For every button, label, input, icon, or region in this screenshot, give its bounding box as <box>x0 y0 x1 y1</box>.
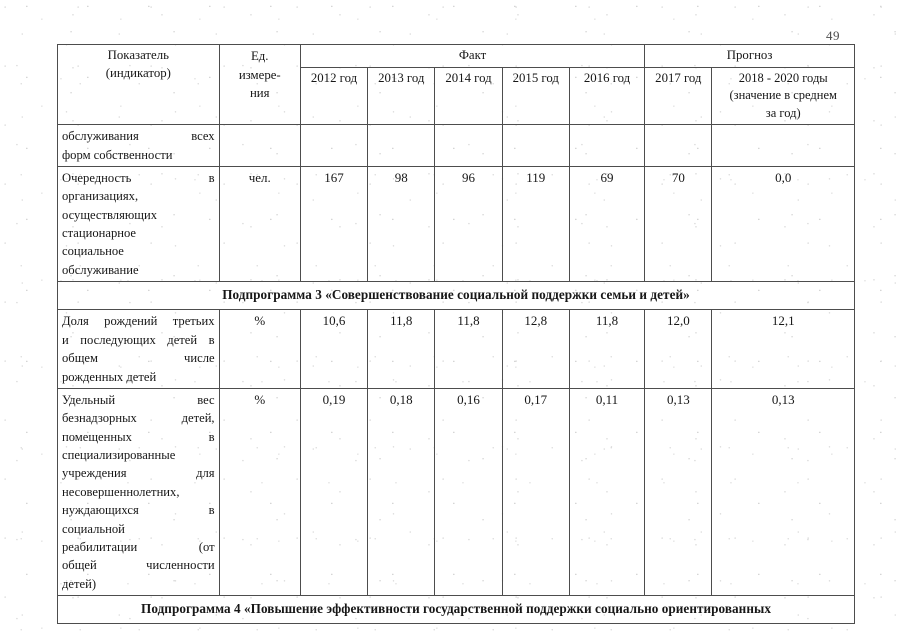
indicator-line: несовершеннолетних, <box>62 484 180 499</box>
indicator-cell: обслуживания всех форм собственности <box>57 124 220 167</box>
header-indicator: Показатель (индикатор) <box>57 43 220 126</box>
header-year-2014: 2014 год <box>434 66 503 126</box>
unit-cell: % <box>218 387 301 597</box>
value-cell: 0,18 <box>367 387 436 597</box>
indicator-line: и последующих детей в <box>62 332 215 347</box>
value-cell: 0,16 <box>434 387 503 597</box>
value-cell: 0,19 <box>299 387 369 597</box>
header-row-groups: Показатель (индикатор) Ед. измере- ния Ф… <box>57 43 855 126</box>
value-cell: 167 <box>299 165 369 283</box>
header-group-forecast: Прогноз <box>644 44 855 68</box>
value-cell: 0,0 <box>711 165 855 283</box>
indicator-line: форм собственности <box>62 147 173 162</box>
indicator-line: нуждающихся в <box>62 503 215 518</box>
value-cell: 119 <box>501 165 570 283</box>
indicator-line: обслуживание <box>62 262 139 277</box>
indicator-line: Доля рождений третьих <box>62 314 215 329</box>
indicator-line: детей) <box>62 576 97 591</box>
header-year-2015: 2015 год <box>501 66 570 126</box>
header-indicator-line2: (индикатор) <box>105 65 171 80</box>
value-cell: 0,13 <box>644 387 713 597</box>
header-unit-line3: ния <box>249 86 270 101</box>
indicator-line: Удельный вес <box>62 392 215 407</box>
indicator-line: рожденных детей <box>62 369 157 384</box>
table-row: Удельный вес безнадзорных детей, помещенны… <box>57 387 855 597</box>
header-group-fact: Факт <box>299 44 646 68</box>
indicator-line: Очередность в <box>62 170 215 185</box>
value-cell <box>568 124 646 167</box>
header-period-line3: за год) <box>765 105 801 120</box>
subprogram-banner-row: Подпрограмма 3 «Совершенствование социал… <box>57 281 855 311</box>
value-cell: 11,8 <box>367 309 436 389</box>
subprogram-title: Подпрограмма 4 «Повышение эффективности … <box>57 594 855 625</box>
value-cell: 12,8 <box>501 309 570 389</box>
header-period-2018-2020: 2018 - 2020 годы (значение в среднем за … <box>711 66 855 126</box>
indicator-line: безнадзорных детей, <box>62 411 215 426</box>
value-cell: 0,13 <box>711 387 855 597</box>
header-period-line1: 2018 - 2020 годы <box>738 70 828 85</box>
header-unit-line1: Ед. <box>250 49 269 63</box>
indicator-cell: Удельный вес безнадзорных детей, помещенны… <box>57 387 220 597</box>
header-unit: Ед. измере- ния <box>218 43 301 126</box>
indicator-line: социальное <box>62 244 124 259</box>
value-cell <box>299 124 369 167</box>
subprogram-title: Подпрограмма 3 «Совершенствование социал… <box>57 281 855 311</box>
value-cell: 0,17 <box>501 387 570 597</box>
table-row: Доля рождений третьих и последующих детей… <box>57 309 855 389</box>
unit-cell <box>218 124 301 167</box>
header-year-2016: 2016 год <box>568 66 646 126</box>
header-year-2012: 2012 год <box>299 66 369 126</box>
header-year-2017: 2017 год <box>644 66 713 126</box>
unit-cell: % <box>218 309 301 389</box>
value-cell <box>367 124 436 167</box>
value-cell: 11,8 <box>434 309 503 389</box>
indicator-cell: Очередность в организациях, осуществляющих… <box>57 165 220 283</box>
value-cell: 12,0 <box>644 309 713 389</box>
value-cell: 0,11 <box>568 387 646 597</box>
indicator-line: осуществляющих <box>62 207 158 222</box>
header-period-line2: (значение в среднем <box>729 88 837 103</box>
indicator-cell: Доля рождений третьих и последующих детей… <box>57 309 220 389</box>
indicators-table-container: Показатель (индикатор) Ед. измере- ния Ф… <box>57 43 855 625</box>
indicator-line: социальной <box>62 521 125 536</box>
indicator-line: общем числе <box>62 351 215 366</box>
value-cell: 96 <box>434 165 503 283</box>
table-row: обслуживания всех форм собственности <box>57 124 855 167</box>
value-cell <box>501 124 570 167</box>
subprogram-banner-row: Подпрограмма 4 «Повышение эффективности … <box>57 594 855 625</box>
table-header: Показатель (индикатор) Ед. измере- ния Ф… <box>57 43 855 126</box>
value-cell: 11,8 <box>568 309 646 389</box>
indicator-line: помещенных в <box>62 429 215 444</box>
header-year-2013: 2013 год <box>367 66 436 126</box>
value-cell <box>434 124 503 167</box>
unit-cell: чел. <box>218 165 301 283</box>
indicator-line: учреждения для <box>62 466 215 481</box>
header-unit-line2: измере- <box>238 67 281 82</box>
value-cell <box>711 124 855 167</box>
indicator-line: реабилитации (от <box>62 539 215 554</box>
table-body: обслуживания всех форм собственности Очере… <box>57 124 855 625</box>
indicator-line: общей численности <box>62 558 215 573</box>
value-cell: 70 <box>644 165 713 283</box>
indicator-line: организациях, <box>62 189 139 204</box>
indicator-line: специализированные <box>62 448 176 462</box>
indicator-line: обслуживания всех <box>62 129 215 144</box>
indicator-line: стационарное <box>62 226 137 241</box>
header-indicator-line1: Показатель <box>107 48 169 62</box>
value-cell: 98 <box>367 165 436 283</box>
table-row: Очередность в организациях, осуществляющих… <box>57 165 855 283</box>
indicators-table: Показатель (индикатор) Ед. измере- ния Ф… <box>57 43 855 625</box>
value-cell: 12,1 <box>711 309 855 389</box>
page-number: 49 <box>826 28 840 43</box>
value-cell: 10,6 <box>299 309 369 389</box>
value-cell <box>644 124 713 167</box>
value-cell: 69 <box>568 165 646 283</box>
